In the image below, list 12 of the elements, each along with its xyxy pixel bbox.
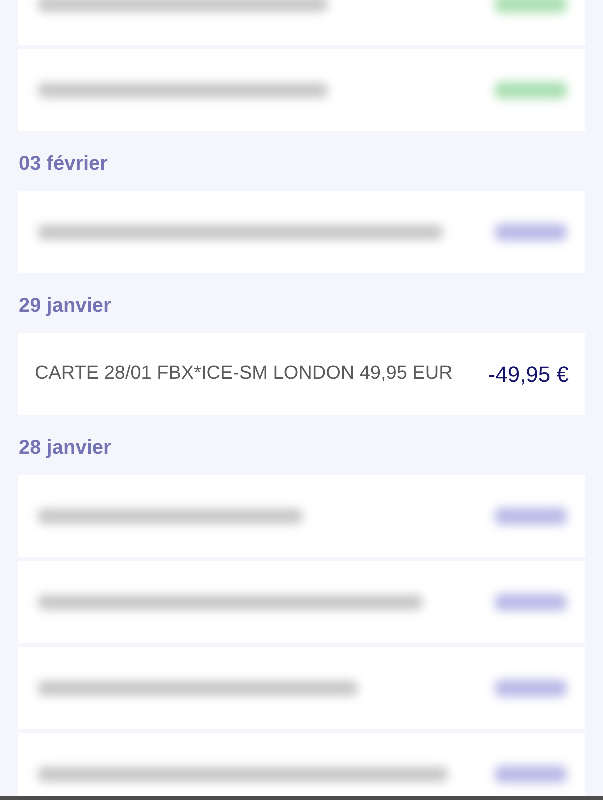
transaction-row[interactable] — [18, 49, 585, 131]
transaction-amount: -49,95 € — [488, 360, 569, 388]
transaction-row[interactable] — [18, 647, 585, 729]
transaction-row[interactable] — [18, 561, 585, 643]
date-heading: 03 février — [19, 152, 109, 176]
transaction-row[interactable] — [18, 733, 585, 796]
date-heading: 28 janvier — [19, 436, 112, 460]
date-heading: 29 janvier — [19, 294, 112, 318]
transaction-row[interactable] — [18, 191, 585, 273]
transaction-label: CARTE 28/01 FBX*ICE-SM LONDON 49,95 EUR — [35, 362, 453, 386]
transaction-row[interactable]: CARTE 28/01 FBX*ICE-SM LONDON 49,95 EUR -49,95 € — [18, 333, 585, 415]
transaction-row[interactable] — [18, 475, 585, 557]
